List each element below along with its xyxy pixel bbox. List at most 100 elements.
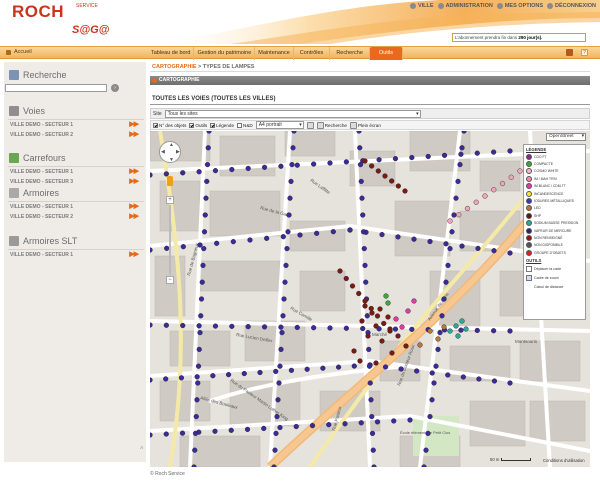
lamp-marker[interactable] [459,318,465,324]
check-outils[interactable]: Outils [189,122,207,128]
lamp-marker[interactable] [229,323,235,329]
lamp-marker[interactable] [326,422,332,428]
lamp-marker[interactable] [507,250,513,256]
lamp-marker[interactable] [491,328,497,334]
lamp-marker[interactable] [392,156,399,162]
help-icon[interactable]: ? [581,49,588,56]
lamp-marker[interactable] [382,364,389,370]
lamp-marker[interactable] [195,380,201,386]
fullscreen-button[interactable]: Plein écran [349,121,381,129]
checkbox[interactable] [189,122,195,128]
lamp-marker[interactable] [327,325,333,331]
lamp-marker[interactable] [294,324,300,331]
lamp-marker[interactable] [389,178,395,184]
lamp-marker[interactable] [180,244,186,250]
lamp-marker[interactable] [374,419,381,425]
lamp-marker[interactable] [368,305,374,312]
lamp-marker[interactable] [429,397,435,403]
lamp-marker[interactable] [382,173,388,179]
pan-left-icon[interactable]: ◀ [161,149,165,155]
lamp-marker[interactable] [343,325,349,331]
tool-distance[interactable]: Calcul de distance [526,282,583,291]
top-link-options[interactable]: MES OPTIONS [496,3,543,9]
lamp-marker[interactable] [284,245,290,252]
lamp-marker[interactable] [409,326,415,332]
print-icon[interactable] [306,121,314,129]
lamp-marker[interactable] [385,300,391,306]
tab-dashboard[interactable]: Tableau de bord [148,47,195,60]
lamp-marker[interactable] [459,243,465,249]
lamp-marker[interactable] [288,367,295,373]
tool-pan[interactable]: Déplacer la carte [526,264,583,273]
lamp-marker[interactable] [358,178,364,185]
lamp-marker[interactable] [441,152,448,158]
lamp-marker[interactable] [178,375,185,381]
lamp-marker[interactable] [204,161,211,168]
lamp-marker[interactable] [330,229,336,235]
search-input[interactable] [5,84,107,92]
sidebar-item-voies-2[interactable]: VILLE DEMO - SECTEUR 2 ▶▶ [4,130,146,140]
menu-home[interactable]: Accueil [6,49,32,55]
map-canvas[interactable]: Rue de Bagneux Rue Camille Rue Lucien De… [150,131,590,467]
lamp-marker[interactable] [389,350,395,356]
lamp-marker[interactable] [261,425,267,432]
lamp-marker[interactable] [204,178,210,185]
lamp-marker[interactable] [369,414,375,420]
tab-patrimoine[interactable]: Gestion du patrimoine [194,47,256,60]
lamp-marker[interactable] [281,296,287,302]
lamp-marker[interactable] [297,232,303,238]
lamp-marker[interactable] [212,428,218,434]
lamp-marker[interactable] [351,363,357,369]
tool-zoom-box[interactable]: Cadre de zoom [526,273,583,282]
lamp-marker[interactable] [150,172,153,178]
lamp-marker[interactable] [491,378,498,384]
lamp-marker[interactable] [451,212,457,218]
lamp-marker[interactable] [203,195,209,201]
lamp-marker[interactable] [278,346,284,353]
lamp-marker[interactable] [294,162,300,168]
lamp-marker[interactable] [192,430,199,437]
top-link-ville[interactable]: VILLE [409,3,434,9]
lamp-marker[interactable] [205,145,211,151]
lamp-marker[interactable] [357,145,363,151]
lamp-marker[interactable] [198,296,205,302]
checkbox[interactable] [153,122,158,128]
lamp-marker[interactable] [435,336,441,342]
zoom-slider[interactable] [169,205,171,275]
lamp-marker[interactable] [392,326,399,332]
lamp-marker[interactable] [395,234,401,240]
lamp-marker[interactable] [337,268,343,274]
lamp-marker[interactable] [180,322,186,329]
lamp-marker[interactable] [458,151,464,157]
lamp-marker[interactable] [225,372,232,378]
lamp-marker[interactable] [277,363,283,369]
lamp-marker[interactable] [445,262,451,269]
lamp-marker[interactable] [362,158,368,164]
lamp-marker[interactable] [199,279,205,285]
pan-down-icon[interactable]: ▼ [169,157,174,163]
lamp-marker[interactable] [427,414,433,420]
lamp-marker[interactable] [365,333,371,339]
lamp-marker[interactable] [433,363,439,369]
lamp-marker[interactable] [507,148,513,154]
lamp-marker[interactable] [194,374,200,380]
lamp-marker[interactable] [193,414,199,420]
lamp-marker[interactable] [459,145,465,151]
lamp-marker[interactable] [443,241,449,247]
lamp-marker[interactable] [343,159,349,165]
lamp-marker[interactable] [411,298,417,304]
map-type-select[interactable]: OpenStreet ▾ [546,133,586,141]
search-map-button[interactable]: Recherche [316,121,347,129]
checkbox[interactable] [210,122,216,128]
lamp-marker[interactable] [429,370,435,376]
double-arrow-icon[interactable]: ▶▶ [129,203,139,211]
lamp-marker[interactable] [367,380,373,386]
tab-outils[interactable]: Outils [369,47,403,60]
lamp-marker[interactable] [417,342,423,348]
tab-controles[interactable]: Contrôles [294,47,331,60]
zoom-out-button[interactable]: − [166,276,174,284]
lamp-marker[interactable] [409,154,415,161]
lamp-marker[interactable] [457,161,463,168]
lamp-marker[interactable] [245,324,251,330]
lamp-marker[interactable] [150,247,153,253]
